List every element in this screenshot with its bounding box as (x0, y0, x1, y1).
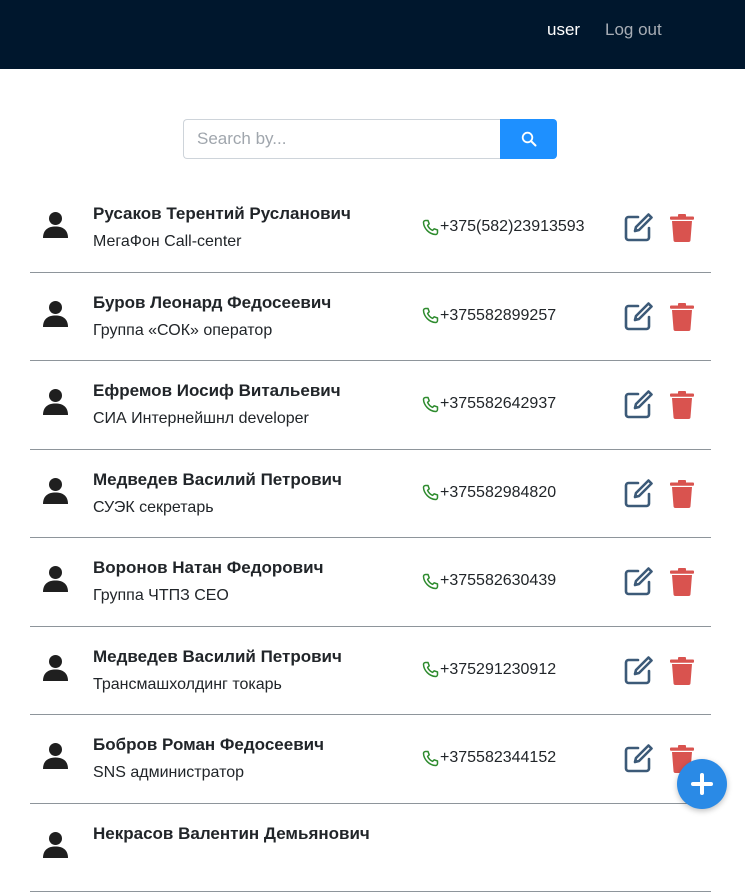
contact-job: SNS администратор (93, 764, 244, 782)
contact-phone: +375291230912 (422, 661, 556, 679)
contact-row: Русаков Терентий Русланович МегаФон Call-… (30, 184, 711, 273)
trash-icon[interactable] (670, 568, 694, 596)
phone-icon (422, 750, 439, 767)
user-icon (42, 477, 69, 504)
contact-name: Медведев Василий Петрович (93, 470, 342, 490)
trash-icon[interactable] (670, 391, 694, 419)
contact-phone-number: +375291230912 (440, 661, 556, 679)
trash-icon[interactable] (670, 657, 694, 685)
phone-icon (422, 484, 439, 501)
contact-job: Трансмашхолдинг токарь (93, 676, 282, 694)
contact-name: Некрасов Валентин Демьянович (93, 824, 370, 844)
contact-phone: +375582984820 (422, 484, 556, 502)
phone-icon (422, 396, 439, 413)
contact-job: МегаФон Call-center (93, 233, 242, 251)
user-icon (42, 654, 69, 681)
contact-row: Воронов Натан Федорович Группа ЧТПЗ CEO +3… (30, 538, 711, 627)
contact-phone-number: +375582344152 (440, 749, 556, 767)
contact-phone: +375582642937 (422, 395, 556, 413)
trash-icon[interactable] (670, 214, 694, 242)
contact-phone-number: +375582642937 (440, 395, 556, 413)
contact-row: Некрасов Валентин Демьянович (30, 804, 711, 892)
user-icon (42, 565, 69, 592)
phone-icon (422, 307, 439, 324)
user-icon (42, 211, 69, 238)
contact-job: Группа «СОК» оператор (93, 322, 272, 340)
add-contact-button[interactable] (677, 759, 727, 809)
contact-name: Буров Леонард Федосеевич (93, 293, 331, 313)
phone-icon (422, 219, 439, 236)
contact-phone-number: +375582984820 (440, 484, 556, 502)
user-icon (42, 388, 69, 415)
contact-row: Бобров Роман Федосеевич SNS администратор… (30, 715, 711, 804)
contact-name: Медведев Василий Петрович (93, 647, 342, 667)
edit-icon[interactable] (623, 743, 654, 774)
contact-phone-number: +375(582)23913593 (440, 218, 585, 236)
contact-job: СУЭК секретарь (93, 499, 214, 517)
top-navbar: user Log out (0, 0, 745, 69)
contact-phone-number: +375582899257 (440, 307, 556, 325)
contact-phone: +375582899257 (422, 307, 556, 325)
contact-job: СИА Интернейшнл developer (93, 410, 309, 428)
user-icon (42, 300, 69, 327)
nav-username: user (547, 20, 580, 40)
contact-phone: +375582344152 (422, 749, 556, 767)
contact-row: Медведев Василий Петрович СУЭК секретарь +… (30, 450, 711, 539)
contact-phone: +375582630439 (422, 572, 556, 590)
contact-row: Медведев Василий Петрович Трансмашхолдинг… (30, 627, 711, 716)
search-icon (521, 131, 537, 147)
trash-icon[interactable] (670, 303, 694, 331)
contact-row: Буров Леонард Федосеевич Группа «СОК» опе… (30, 273, 711, 362)
contact-job: Группа ЧТПЗ CEO (93, 587, 229, 605)
contact-name: Русаков Терентий Русланович (93, 204, 351, 224)
search-input[interactable] (183, 119, 500, 159)
logout-link[interactable]: Log out (605, 20, 662, 40)
search-bar (183, 119, 557, 159)
contact-name: Ефремов Иосиф Витальевич (93, 381, 341, 401)
contact-row: Ефремов Иосиф Витальевич СИА Интернейшнл … (30, 361, 711, 450)
phone-icon (422, 573, 439, 590)
contact-phone-number: +375582630439 (440, 572, 556, 590)
edit-icon[interactable] (623, 478, 654, 509)
edit-icon[interactable] (623, 212, 654, 243)
edit-icon[interactable] (623, 301, 654, 332)
user-icon (42, 742, 69, 769)
contact-name: Воронов Натан Федорович (93, 558, 323, 578)
edit-icon[interactable] (623, 655, 654, 686)
search-button[interactable] (500, 119, 557, 159)
user-icon (42, 831, 69, 858)
edit-icon[interactable] (623, 389, 654, 420)
trash-icon[interactable] (670, 480, 694, 508)
contact-phone: +375(582)23913593 (422, 218, 585, 236)
phone-icon (422, 661, 439, 678)
contact-list: Русаков Терентий Русланович МегаФон Call-… (30, 184, 711, 892)
plus-icon (689, 771, 715, 797)
edit-icon[interactable] (623, 566, 654, 597)
contact-name: Бобров Роман Федосеевич (93, 735, 324, 755)
